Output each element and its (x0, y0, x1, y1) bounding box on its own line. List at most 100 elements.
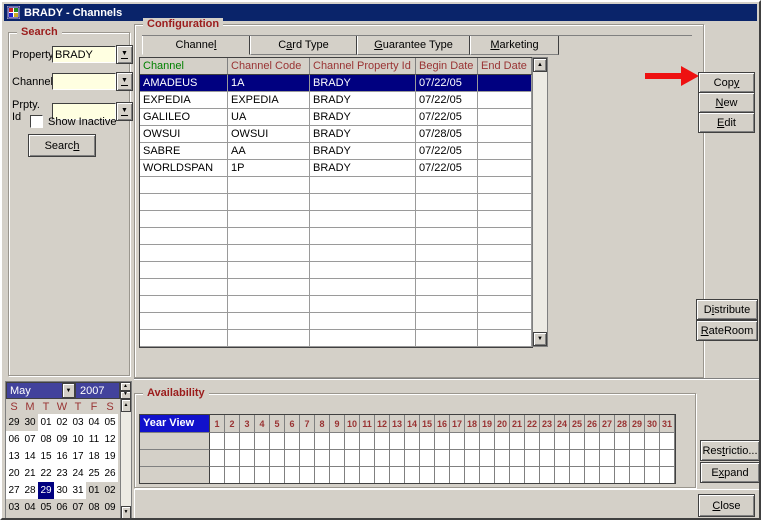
availability-cell[interactable] (345, 466, 360, 483)
availability-cell[interactable] (375, 449, 390, 466)
availability-cell[interactable] (510, 432, 525, 449)
calendar-day[interactable]: 06 (54, 499, 70, 516)
availability-cell[interactable] (555, 449, 570, 466)
availability-cell[interactable] (300, 449, 315, 466)
availability-cell[interactable] (450, 449, 465, 466)
calendar-scrollbar[interactable]: ▲ ▼ (120, 399, 131, 519)
availability-cell[interactable] (450, 432, 465, 449)
availability-cell[interactable] (630, 466, 645, 483)
calendar-day[interactable]: 14 (22, 448, 38, 465)
table-row[interactable]: GALILEOUABRADY07/22/05 (140, 109, 532, 126)
availability-cell[interactable] (525, 449, 540, 466)
calendar-day[interactable]: 02 (102, 482, 118, 499)
table-row[interactable]: EXPEDIAEXPEDIABRADY07/22/05 (140, 92, 532, 109)
availability-cell[interactable] (285, 449, 300, 466)
availability-cell[interactable] (510, 466, 525, 483)
availability-cell[interactable] (315, 449, 330, 466)
calendar-day[interactable]: 07 (22, 431, 38, 448)
availability-cell[interactable] (630, 432, 645, 449)
tab-guarantee-type[interactable]: Guarantee Type (357, 36, 470, 55)
availability-cell[interactable] (570, 432, 585, 449)
availability-cell[interactable] (285, 432, 300, 449)
calendar-day[interactable]: 08 (86, 499, 102, 516)
calendar-day[interactable]: 05 (38, 499, 54, 516)
availability-cell[interactable] (240, 432, 255, 449)
availability-cell[interactable] (495, 466, 510, 483)
calendar-day[interactable]: 05 (102, 414, 118, 431)
availability-cell[interactable] (600, 432, 615, 449)
availability-cell[interactable] (390, 466, 405, 483)
calendar-month-select[interactable]: May ▼ (6, 382, 76, 399)
availability-cell[interactable] (585, 432, 600, 449)
availability-cell[interactable] (345, 432, 360, 449)
availability-cell[interactable] (495, 432, 510, 449)
scrollbar-track[interactable] (121, 412, 131, 506)
restriction-button[interactable]: Restrictio... (700, 440, 760, 461)
calendar-day[interactable]: 22 (38, 465, 54, 482)
availability-cell[interactable] (390, 432, 405, 449)
availability-cell[interactable] (360, 432, 375, 449)
availability-cell[interactable] (315, 432, 330, 449)
availability-cell[interactable] (375, 432, 390, 449)
calendar-day[interactable]: 15 (38, 448, 54, 465)
show-inactive-checkbox[interactable] (30, 115, 43, 128)
table-row[interactable]: SABREAABRADY07/22/05 (140, 143, 532, 160)
availability-cell[interactable] (555, 432, 570, 449)
availability-cell[interactable] (240, 449, 255, 466)
edit-button[interactable]: Edit (698, 112, 755, 133)
scroll-up-icon[interactable]: ▲ (533, 58, 547, 72)
availability-cell[interactable] (615, 432, 630, 449)
spinner-down-icon[interactable]: ▼ (120, 391, 131, 400)
availability-cell[interactable] (420, 449, 435, 466)
table-row[interactable]: OWSUIOWSUIBRADY07/28/05 (140, 126, 532, 143)
availability-cell[interactable] (300, 432, 315, 449)
search-button[interactable]: Search (28, 134, 96, 157)
availability-cell[interactable] (525, 466, 540, 483)
availability-cell[interactable] (645, 432, 660, 449)
tab-channel[interactable]: Channel (142, 36, 250, 55)
availability-cell[interactable] (465, 466, 480, 483)
availability-cell[interactable] (660, 466, 675, 483)
availability-cell[interactable] (570, 466, 585, 483)
availability-cell[interactable] (645, 466, 660, 483)
availability-cell[interactable] (660, 449, 675, 466)
availability-cell[interactable] (600, 466, 615, 483)
distribute-button[interactable]: Distribute (696, 299, 758, 320)
availability-cell[interactable] (405, 432, 420, 449)
calendar-day[interactable]: 13 (6, 448, 22, 465)
availability-cell[interactable] (405, 449, 420, 466)
channel-dropdown-button[interactable]: ▼ (116, 72, 133, 91)
availability-cell[interactable] (660, 432, 675, 449)
availability-cell[interactable] (540, 432, 555, 449)
calendar-day[interactable]: 25 (86, 465, 102, 482)
availability-cell[interactable] (435, 449, 450, 466)
calendar-day[interactable]: 20 (6, 465, 22, 482)
calendar-day[interactable]: 11 (86, 431, 102, 448)
scroll-down-icon[interactable]: ▼ (121, 506, 131, 519)
availability-cell[interactable] (330, 466, 345, 483)
calendar-day[interactable]: 18 (86, 448, 102, 465)
availability-cell[interactable] (255, 432, 270, 449)
availability-cell[interactable] (270, 449, 285, 466)
calendar-day[interactable]: 19 (102, 448, 118, 465)
availability-cell[interactable] (435, 466, 450, 483)
availability-cell[interactable] (210, 466, 225, 483)
availability-cell[interactable] (300, 466, 315, 483)
calendar-year-value[interactable]: 2007 (76, 382, 120, 399)
channel-input[interactable] (52, 73, 116, 90)
table-row[interactable]: AMADEUS1ABRADY07/22/05 (140, 75, 532, 92)
scroll-down-icon[interactable]: ▼ (533, 332, 547, 346)
availability-cell[interactable] (210, 449, 225, 466)
calendar-day[interactable]: 01 (86, 482, 102, 499)
availability-cell[interactable] (615, 466, 630, 483)
prpty-id-dropdown-button[interactable]: ▼ (116, 102, 133, 121)
availability-cell[interactable] (525, 432, 540, 449)
availability-cell[interactable] (480, 466, 495, 483)
availability-cell[interactable] (540, 449, 555, 466)
availability-cell[interactable] (375, 466, 390, 483)
calendar-day[interactable]: 10 (70, 431, 86, 448)
availability-cell[interactable] (360, 466, 375, 483)
availability-cell[interactable] (225, 466, 240, 483)
availability-cell[interactable] (435, 432, 450, 449)
availability-cell[interactable] (645, 449, 660, 466)
